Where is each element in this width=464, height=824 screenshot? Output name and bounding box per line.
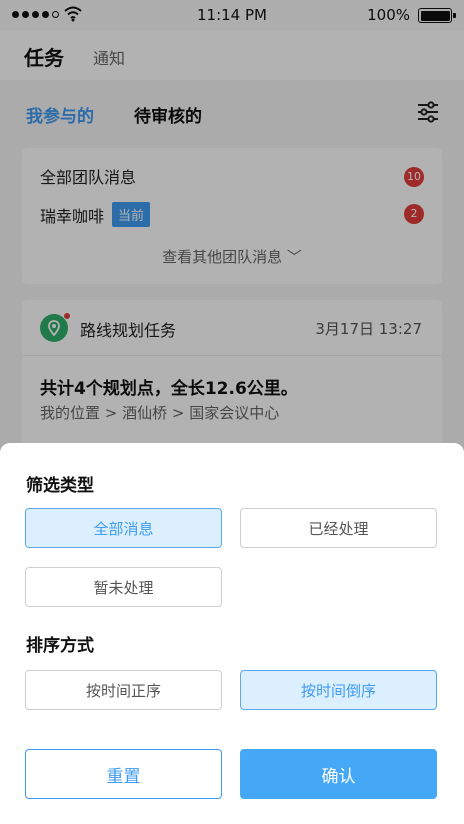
sort-order-title: 排序方式 [26,636,94,656]
confirm-button[interactable]: 确认 [240,749,437,799]
filter-sheet: 筛选类型 全部消息 已经处理 暂未处理 排序方式 按时间正序 按时间倒序 重置 … [0,443,464,824]
sort-option-descending[interactable]: 按时间倒序 [240,670,437,710]
filter-option-processed[interactable]: 已经处理 [240,508,437,548]
filter-type-title: 筛选类型 [26,476,94,496]
sort-option-ascending[interactable]: 按时间正序 [25,670,222,710]
filter-option-unprocessed[interactable]: 暂未处理 [25,567,222,607]
reset-button[interactable]: 重置 [25,749,222,799]
filter-option-all[interactable]: 全部消息 [25,508,222,548]
